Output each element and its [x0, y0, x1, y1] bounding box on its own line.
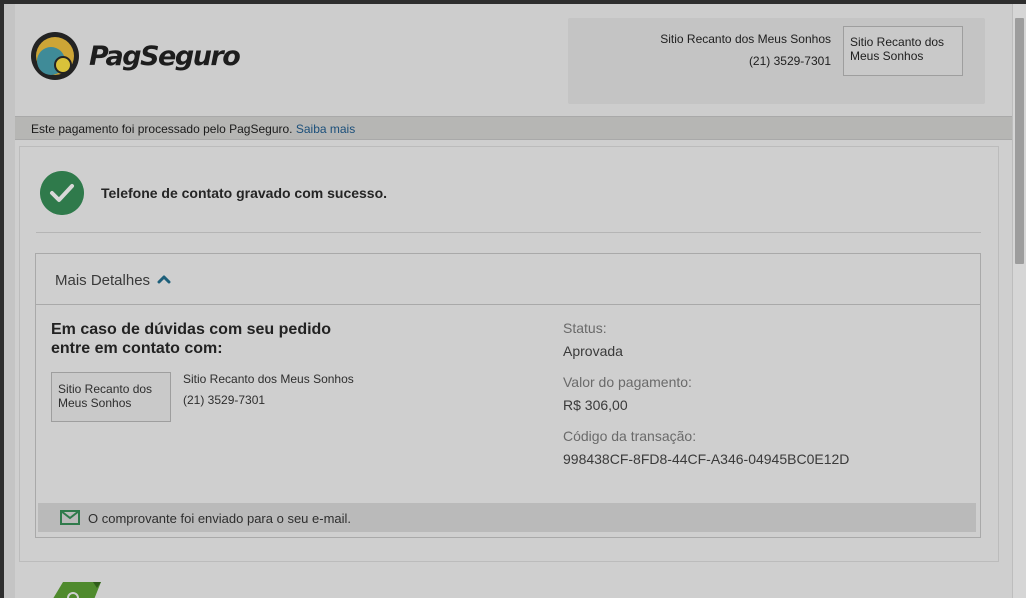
- seller-phone: (21) 3529-7301: [748, 54, 831, 68]
- status-label: Status:: [563, 320, 607, 336]
- check-circle-icon: [40, 171, 84, 215]
- mail-icon: [60, 510, 80, 525]
- details-title: Mais Detalhes: [55, 272, 151, 289]
- amount-label: Valor do pagamento:: [563, 374, 692, 390]
- pagseguro-logo[interactable]: PagSeguro: [30, 30, 241, 82]
- contact-heading: Em caso de dúvidas com seu pedido entre …: [51, 321, 332, 357]
- info-bar: Este pagamento foi processado pelo PagSe…: [15, 116, 1012, 140]
- info-text: Este pagamento foi processado pelo PagSe…: [31, 122, 293, 136]
- seller-name: Sitio Recanto dos Meus Sonhos: [660, 32, 831, 46]
- status-value: Aprovada: [563, 343, 623, 359]
- divider: [36, 232, 981, 233]
- saiba-mais-link[interactable]: Saiba mais: [296, 122, 355, 136]
- contact-phone: (21) 3529-7301: [183, 393, 266, 407]
- transaction-code: 998438CF-8FD8-44CF-A346-04945BC0E12D: [563, 451, 850, 467]
- ribbon-icon: [53, 582, 101, 598]
- details-toggle[interactable]: Mais Detalhes: [36, 254, 980, 305]
- pagseguro-logo-icon: [31, 32, 79, 80]
- scrollbar[interactable]: [1012, 4, 1026, 598]
- amount-value: R$ 306,00: [563, 397, 628, 413]
- contact-name: Sitio Recanto dos Meus Sonhos: [183, 372, 354, 386]
- receipt-message: O comprovante foi enviado para o seu e-m…: [88, 511, 352, 526]
- logo-text: PagSeguro: [89, 40, 241, 72]
- window-left-edge: [0, 4, 4, 598]
- page: PagSeguro Sitio Recanto dos Meus Sonhos …: [15, 4, 1012, 598]
- success-message: Telefone de contato gravado com sucesso.: [101, 185, 388, 201]
- result-card: Telefone de contato gravado com sucesso.…: [19, 146, 999, 562]
- chevron-up-icon: [157, 275, 171, 284]
- contact-logo: Sitio Recanto dos Meus Sonhos: [51, 372, 171, 422]
- header: PagSeguro Sitio Recanto dos Meus Sonhos …: [15, 4, 1012, 116]
- transaction-label: Código da transação:: [563, 428, 697, 444]
- receipt-bar: O comprovante foi enviado para o seu e-m…: [38, 503, 976, 532]
- seller-logo: Sitio Recanto dos Meus Sonhos: [843, 26, 963, 76]
- details-panel: Mais Detalhes Em caso de dúvidas com seu…: [35, 253, 981, 538]
- seller-info-box: Sitio Recanto dos Meus Sonhos (21) 3529-…: [568, 18, 985, 104]
- scrollbar-thumb[interactable]: [1015, 18, 1024, 264]
